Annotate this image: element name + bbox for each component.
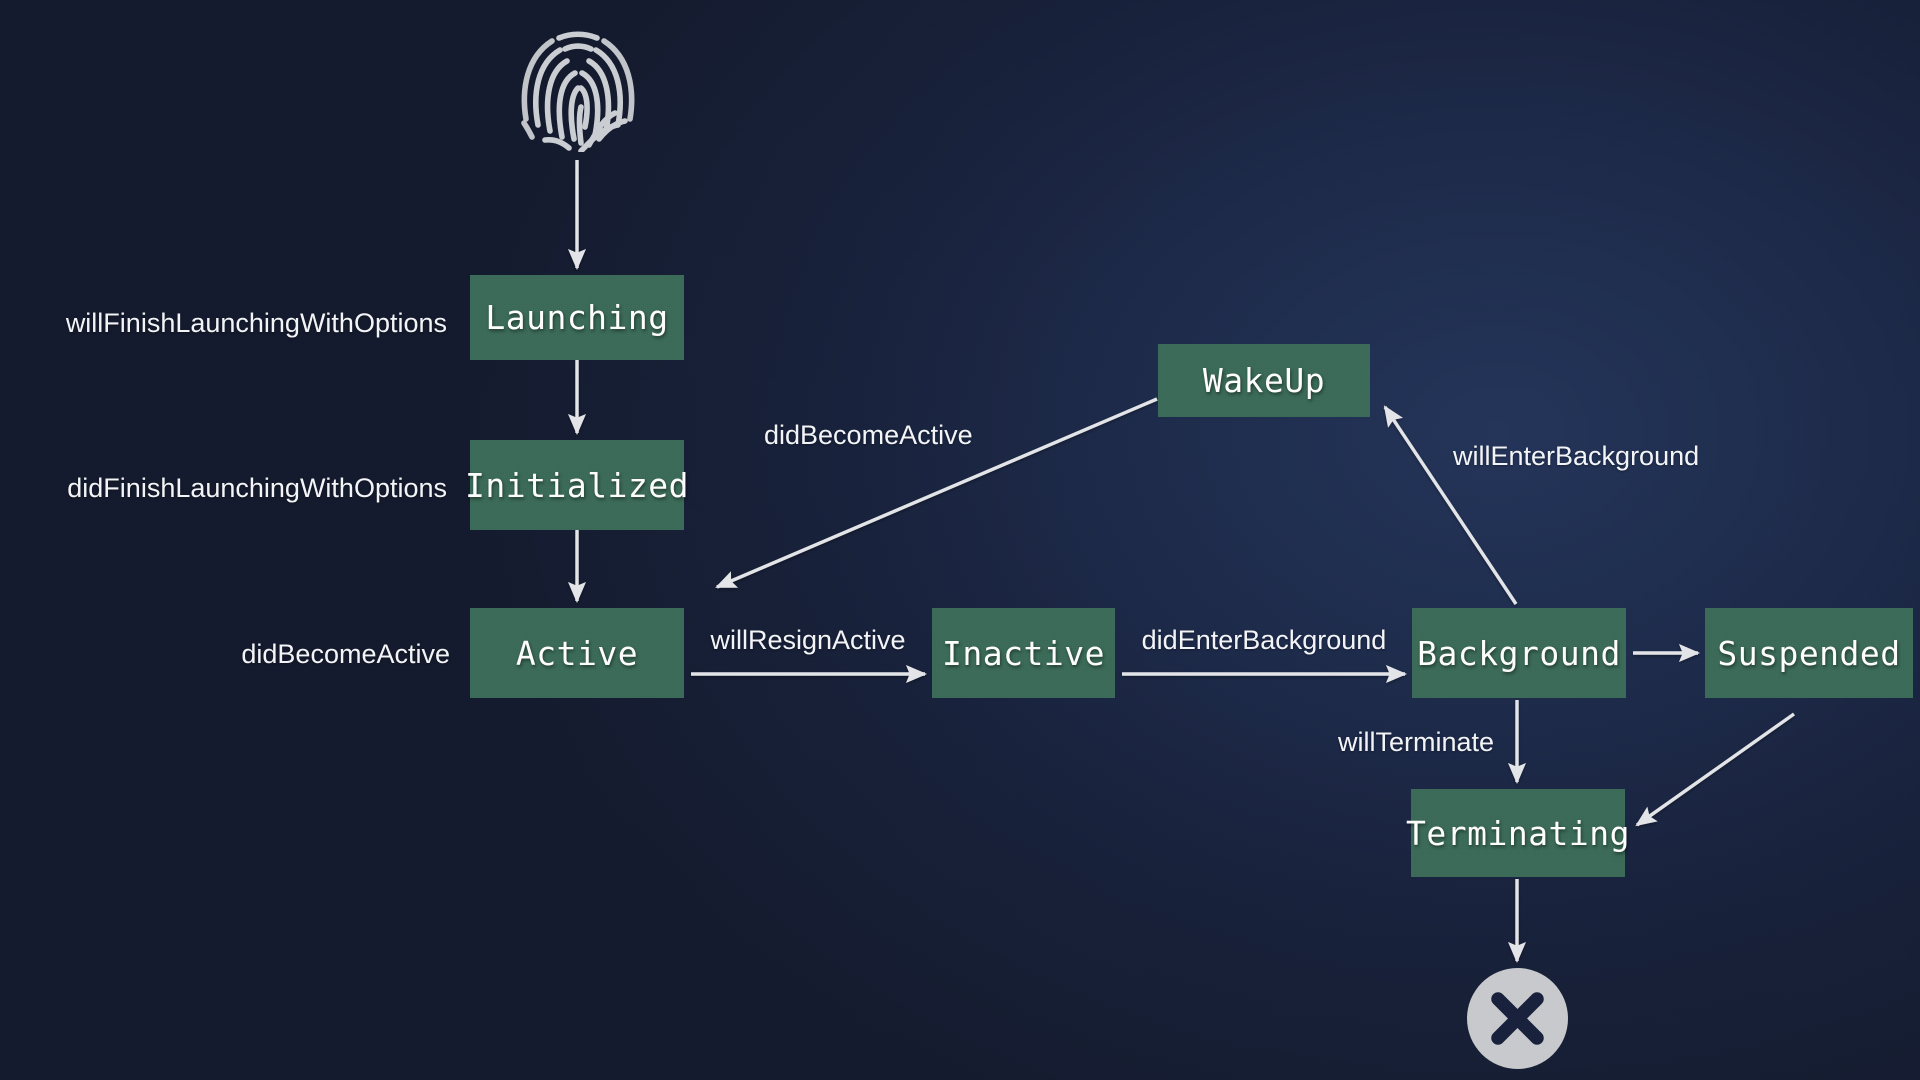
edge-label-will-enter-background: willEnterBackground [1453,441,1700,471]
edge-background-to-wakeup [1383,405,1518,605]
node-wakeup-label: WakeUp [1202,361,1326,400]
fingerprint-icon [521,31,635,152]
edge-label-did-enter-background: didEnterBackground [1141,625,1387,655]
node-launching[interactable]: Launching [470,275,684,360]
node-terminating-label: Terminating [1405,813,1631,853]
edge-label-did-finish-launching: didFinishLaunchingWithOptions [67,473,447,503]
node-initialized[interactable]: Initialized [465,440,689,530]
node-suspended[interactable]: Suspended [1705,608,1913,698]
node-inactive-label: Inactive [942,633,1105,673]
node-initialized-label: Initialized [464,465,690,505]
node-wakeup[interactable]: WakeUp [1158,344,1370,417]
lifecycle-diagram-canvas: Launching Initialized Active WakeUp Inac… [0,0,1920,1080]
edge-suspended-to-terminating [1635,712,1795,827]
edge-label-will-terminate: willTerminate [1337,727,1494,757]
node-terminating[interactable]: Terminating [1406,789,1630,877]
edge-label-will-finish-launching: willFinishLaunchingWithOptions [65,308,447,338]
node-launching-label: Launching [485,298,669,337]
close-circle-icon [1467,968,1568,1069]
node-background[interactable]: Background [1412,608,1626,698]
edge-label-will-resign-active: willResignActive [710,625,906,655]
edge-label-did-become-active-left: didBecomeActive [241,639,450,669]
edge-layer [567,160,1795,964]
node-suspended-label: Suspended [1717,633,1901,673]
node-background-label: Background [1417,633,1621,673]
node-active-label: Active [515,633,639,673]
node-inactive[interactable]: Inactive [932,608,1115,698]
node-active[interactable]: Active [470,608,684,698]
edge-label-did-become-active-wake: didBecomeActive [764,420,973,450]
